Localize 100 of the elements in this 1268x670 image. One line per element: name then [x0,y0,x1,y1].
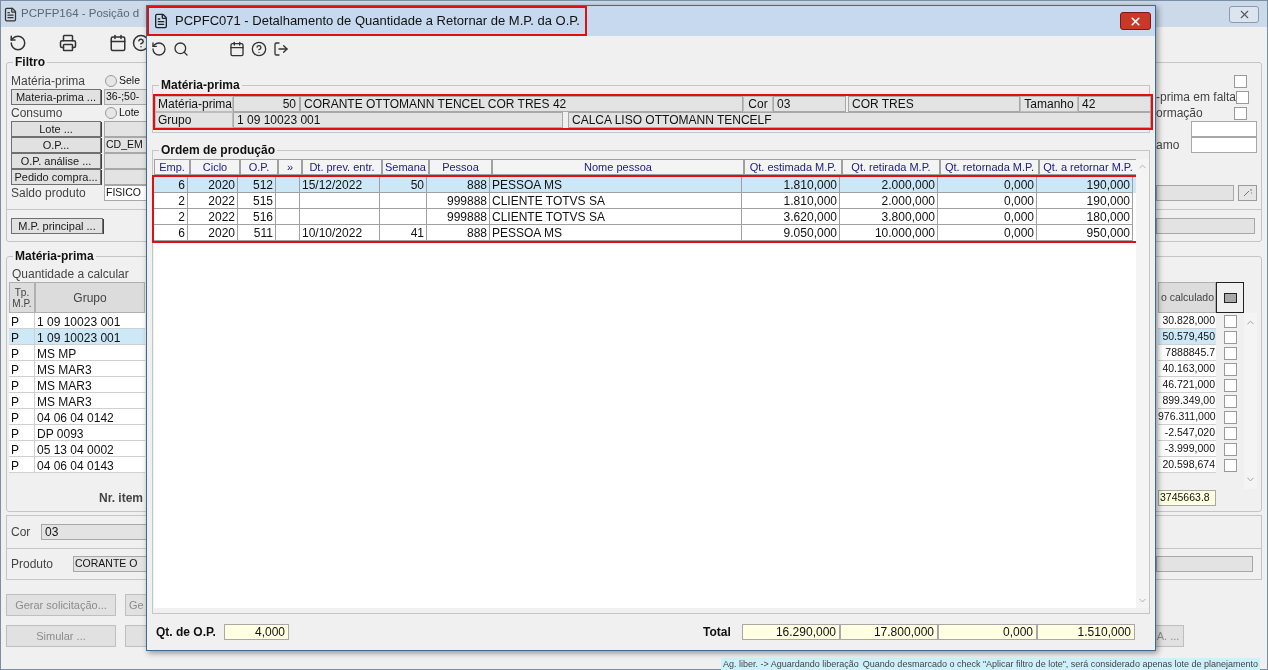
push-button[interactable]: Materia-prima ... [11,89,101,105]
input-field[interactable]: FISICO [104,185,147,201]
input-field[interactable]: COR TRES [848,96,1020,112]
table-cell: 976.311,000 [1158,409,1216,425]
push-button[interactable]: Lote ... [11,121,101,137]
table-cell-text: 0,000 [1003,176,1034,194]
table-cell: -3.999,000 [1158,441,1216,457]
push-button[interactable]: O.P. análise ... [11,153,101,169]
table-cell: 7888845.7 [1158,345,1216,361]
table-cell-text: 0,000 [1003,192,1034,210]
column-header[interactable]: » [278,159,302,175]
table-row[interactable]: P 04 06 04 0143 [9,457,145,473]
push-button[interactable]: O.P... [11,137,101,153]
input-field[interactable]: 03 [41,524,147,540]
table-cell-text: MS MAR3 [36,362,93,376]
column-header[interactable]: O.P. [240,159,278,175]
table-row[interactable]: P MS MAR3 [9,361,145,377]
table-row[interactable]: 6 2020 511 10/10/2022 41 888 PESSOA MS 9.050,000 10.000,000 0,000 950,000 [154,225,1136,241]
table-cell-text: CLIENTE TOTVS SA [492,208,605,226]
table-cell: P [9,313,35,328]
input-field[interactable]: 0,000 [938,624,1037,640]
table-row[interactable]: 2 2022 516 999888 CLIENTE TOTVS SA 3.620,000 3.800,000 0,000 180,000 [154,209,1136,225]
option-label: ormação [1156,105,1204,122]
table-row[interactable]: 6 2020 512 15/12/2022 50 888 PESSOA MS 1.810,000 2.000,000 0,000 190,000 [154,177,1136,193]
status-text: Quando desmarcado o check "Aplicar filtro de lote", será considerado apenas lote de planejamento [860,658,1260,670]
table-cell-text: 04 06 04 0142 [36,410,115,424]
field-label: Cor [743,96,773,112]
input-field[interactable]: 1 09 10023 001 [233,112,563,128]
table-cell-text: 0,000 [1003,224,1034,242]
column-header[interactable]: Qt. retornada M.P. [940,159,1039,175]
table-row[interactable]: P MS MAR3 [9,393,145,409]
input-field[interactable]: CALCA LISO OTTOMANN TENCELF [568,112,1151,128]
table-cell-text: 516 [252,208,273,226]
table-cell-text: DP 0093 [36,426,85,440]
input-field[interactable]: 50 [233,96,300,112]
table-cell: 40.163,000 [1158,361,1216,377]
column-header[interactable]: Qt. estimada M.P. [744,159,842,175]
table-cell-text: 999888 [446,192,487,210]
table-cell-text: 512 [252,176,273,194]
table-row[interactable]: P 1 09 10023 001 [9,329,145,345]
group-title: Ordem de produção [159,143,278,157]
input-field[interactable]: 36-;50- [104,89,147,105]
input-field[interactable]: 03 [773,96,846,112]
field-label: Total [703,624,732,641]
column-header[interactable]: Pessoa [429,159,492,175]
input-field[interactable]: 16.290,000 [742,624,840,640]
table-cell-text: 999888 [446,208,487,226]
radio-label: Sele [119,73,140,89]
section-label: Quantidade a calcular [12,265,129,283]
table-cell: 30.828,000 [1158,313,1216,329]
input-field[interactable]: CD_EM [104,137,147,153]
input-field[interactable]: 1.510,000 [1037,624,1135,640]
column-header: o calculado [1158,282,1216,313]
input-field[interactable]: CORANTE OTTOMANN TENCEL COR TRES 42 [300,96,743,112]
table-cell-text: 888 [466,176,487,194]
column-header[interactable]: Qt. a retornar M.P. [1039,159,1137,175]
table-cell: 899.349,00 [1158,393,1216,409]
table-cell: P [9,441,35,456]
input-field[interactable]: CORANTE O [73,556,147,572]
table-cell-text: MS MAR3 [36,378,93,392]
push-button[interactable]: Pedido compra... [11,169,101,185]
column-header[interactable]: Ciclo [190,159,240,175]
field-label: Saldo produto [11,185,87,201]
table-cell-text: 3.620,000 [783,208,837,226]
table-cell-text: 10/10/2022 [302,224,363,242]
field-label: amo [1156,137,1181,154]
table-cell-text: 04 06 04 0143 [36,458,115,472]
table-row[interactable]: P 05 13 04 0002 [9,441,145,457]
input-field[interactable]: 3745663.8 [1158,490,1216,506]
table-cell-text: 2020 [208,176,235,194]
column-header[interactable]: Nome pessoa [492,159,744,175]
table-cell-text: 511 [253,224,273,242]
table-cell-text: MS MAR3 [36,394,93,408]
input-field[interactable]: 42 [1078,96,1151,112]
table-cell: P [9,345,35,360]
table-row[interactable]: 2 2022 515 999888 CLIENTE TOTVS SA 1.810,000 2.000,000 0,000 190,000 [154,193,1136,209]
table-cell: P [9,361,35,376]
column-header[interactable]: Qt. retirada M.P. [842,159,940,175]
table-cell: P [9,329,35,344]
table-cell: P [9,457,35,472]
table-cell-text: 05 13 04 0002 [36,442,115,456]
field-label: Produto [11,556,55,572]
group-title: Matéria-prima [13,249,96,263]
table-cell-text: 515 [252,192,273,210]
field-label: Grupo [155,112,233,128]
table-row[interactable]: P DP 0093 [9,425,145,441]
table-cell: P [9,425,35,440]
field-label: Tamanho [1020,96,1078,112]
column-header[interactable]: Semana [382,159,429,175]
input-field[interactable]: 17.800,000 [840,624,938,640]
table-row[interactable]: P 04 06 04 0142 [9,409,145,425]
column-header[interactable]: Dt. prev. entr. [302,159,382,175]
push-button[interactable]: M.P. principal ... [11,218,103,234]
table-row[interactable]: P MS MAR3 [9,377,145,393]
column-header[interactable]: Emp. [154,159,190,175]
table-row[interactable]: P MS MP [9,345,145,361]
table-cell-text: 888 [466,224,487,242]
table-cell-text: 2 [178,208,185,226]
table-row[interactable]: P 1 09 10023 001 [9,313,145,329]
input-field[interactable]: 4,000 [224,624,289,640]
